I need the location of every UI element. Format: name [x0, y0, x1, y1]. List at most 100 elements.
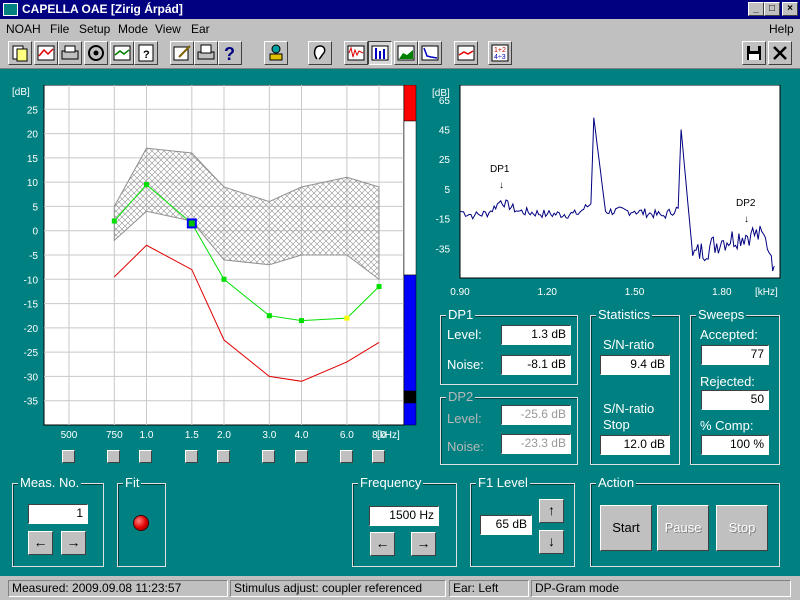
dp2-arrow-icon: ↓	[744, 214, 749, 225]
x-tick-label: 1.0	[140, 430, 154, 441]
data-point	[266, 313, 272, 319]
sn-ratio-stop-field: 12.0 dB	[600, 435, 670, 455]
title-bar: CAPELLA OAE [Zirig Árpád] _ □ ×	[0, 0, 800, 19]
dp2-annotation: DP2	[736, 198, 756, 209]
menu-noah[interactable]: NOAH	[6, 22, 41, 36]
status-ear: Ear: Left	[449, 580, 529, 597]
status-measured: Measured: 2009.09.08 11:23:57	[8, 580, 228, 597]
frequency-prev-button[interactable]: ←	[370, 532, 395, 556]
help-doc-icon[interactable]: ?	[134, 41, 158, 65]
dpgram-svg: 25 20 15 10 5 0 -5 -10 -15 -20 -25 -30 -35 500 750 1.0…	[12, 84, 417, 441]
trend-icon[interactable]	[454, 41, 478, 65]
spectrum-x-tick-label: 1.50	[625, 287, 645, 298]
y-tick-label: -30	[24, 372, 39, 383]
print-icon[interactable]	[194, 41, 218, 65]
menu-setup[interactable]: Setup	[79, 22, 110, 36]
frequency-checkbox[interactable]	[62, 450, 75, 463]
x-tick-label: 2.0	[217, 430, 231, 441]
start-button[interactable]: Start	[600, 505, 652, 551]
scale-bar-segment	[403, 390, 417, 404]
svg-text:1+2: 1+2	[494, 47, 506, 54]
close-window-button[interactable]: ×	[782, 2, 798, 16]
y-tick-label: -35	[24, 397, 39, 408]
frequency-checkbox[interactable]	[372, 450, 385, 463]
frequency-checkbox[interactable]	[340, 450, 353, 463]
f1level-down-button[interactable]: ↓	[539, 530, 564, 554]
rejected-label: Rejected:	[700, 374, 755, 389]
frequency-field[interactable]: 1500 Hz	[369, 506, 439, 526]
comp-field: 100 %	[701, 435, 769, 455]
open-icon[interactable]	[8, 41, 32, 65]
decay-icon[interactable]	[418, 41, 442, 65]
spectrum-icon[interactable]	[394, 41, 418, 65]
menu-file[interactable]: File	[50, 22, 69, 36]
sn-ratio-field: 9.4 dB	[600, 355, 670, 375]
dpgram-y-unit: [dB]	[12, 87, 30, 98]
y-tick-label: 25	[27, 105, 39, 116]
frequency-checkbox[interactable]	[262, 450, 275, 463]
save-icon[interactable]	[742, 41, 766, 65]
help-icon[interactable]: ?	[218, 41, 242, 65]
y-tick-label: 10	[27, 178, 39, 189]
close-icon[interactable]	[768, 41, 792, 65]
scale-bar-segment	[403, 402, 417, 426]
frequency-checkbox[interactable]	[107, 450, 120, 463]
frequency-checkbox[interactable]	[139, 450, 152, 463]
pause-button[interactable]: Pause	[657, 505, 709, 551]
maximize-button[interactable]: □	[764, 2, 780, 16]
ear-icon[interactable]	[308, 41, 332, 65]
dpgram-x-unit: [kHz]	[377, 430, 400, 441]
scale-bar-segment	[403, 120, 417, 276]
arrow-left-icon: ←	[375, 535, 390, 551]
x-tick-label: 1.5	[185, 430, 199, 441]
frequency-checkbox[interactable]	[217, 450, 230, 463]
dp2-title: DP2	[446, 389, 476, 404]
x-tick-label: 750	[106, 430, 123, 441]
minimize-button[interactable]: _	[748, 2, 764, 16]
spectrum-y-tick-label: 5	[444, 185, 450, 196]
stop-button[interactable]: Stop	[716, 505, 768, 551]
dp1-annotation: DP1	[490, 164, 510, 175]
meas-prev-button[interactable]: ←	[28, 531, 53, 555]
dp1-noise-field: -8.1 dB	[501, 355, 571, 375]
spectrum-y-tick-label: 45	[439, 126, 451, 137]
menu-mode[interactable]: Mode	[118, 22, 148, 36]
frequency-next-button[interactable]: →	[411, 532, 436, 556]
comp-label: % Comp:	[700, 418, 754, 433]
menu-ear[interactable]: Ear	[191, 22, 210, 36]
sweeps-title: Sweeps	[696, 307, 747, 322]
sn-ratio-label: S/N-ratio	[603, 337, 655, 352]
f1level-field[interactable]: 65 dB	[480, 515, 532, 535]
waveform-icon[interactable]	[344, 41, 368, 65]
selected-data-point	[186, 218, 197, 229]
y-tick-label: 0	[32, 227, 38, 238]
dp1-level-label: Level:	[447, 327, 482, 342]
menu-bar: NOAH File Setup Mode View Ear Help	[0, 19, 800, 38]
dp2-level-field: -25.6 dB	[501, 405, 571, 425]
scale-bar-segment	[403, 84, 417, 122]
dp1-title: DP1	[446, 307, 476, 322]
curve-icon[interactable]	[110, 41, 134, 65]
menu-view[interactable]: View	[155, 22, 181, 36]
spectrum-plot-area	[459, 84, 781, 279]
meas-number-field[interactable]: 1	[28, 504, 88, 524]
chart-icon[interactable]	[34, 41, 58, 65]
x-tick-label: 6.0	[340, 430, 354, 441]
frequency-checkbox[interactable]	[185, 450, 198, 463]
patient-icon[interactable]	[264, 41, 288, 65]
f1level-up-button[interactable]: ↑	[539, 499, 564, 523]
menu-help[interactable]: Help	[769, 22, 794, 36]
arrow-right-icon: →	[416, 535, 431, 551]
statistics-title: Statistics	[596, 307, 653, 322]
frequency-checkbox[interactable]	[295, 450, 308, 463]
printer-icon[interactable]	[58, 41, 82, 65]
settings-icon[interactable]	[84, 41, 108, 65]
edit-icon[interactable]	[170, 41, 194, 65]
bars-icon[interactable]	[368, 41, 392, 65]
arrow-down-icon: ↓	[548, 533, 555, 549]
spectrum-chart: 65 45 25 5 -15 -35 0.90 1.20 1.50 1.80 [dB] [kHz…	[428, 84, 790, 305]
meas-next-button[interactable]: →	[61, 531, 86, 555]
numbers-icon[interactable]: 1+2 4÷3	[488, 41, 512, 65]
y-tick-label: -25	[24, 348, 39, 359]
y-tick-label: -10	[24, 275, 39, 286]
